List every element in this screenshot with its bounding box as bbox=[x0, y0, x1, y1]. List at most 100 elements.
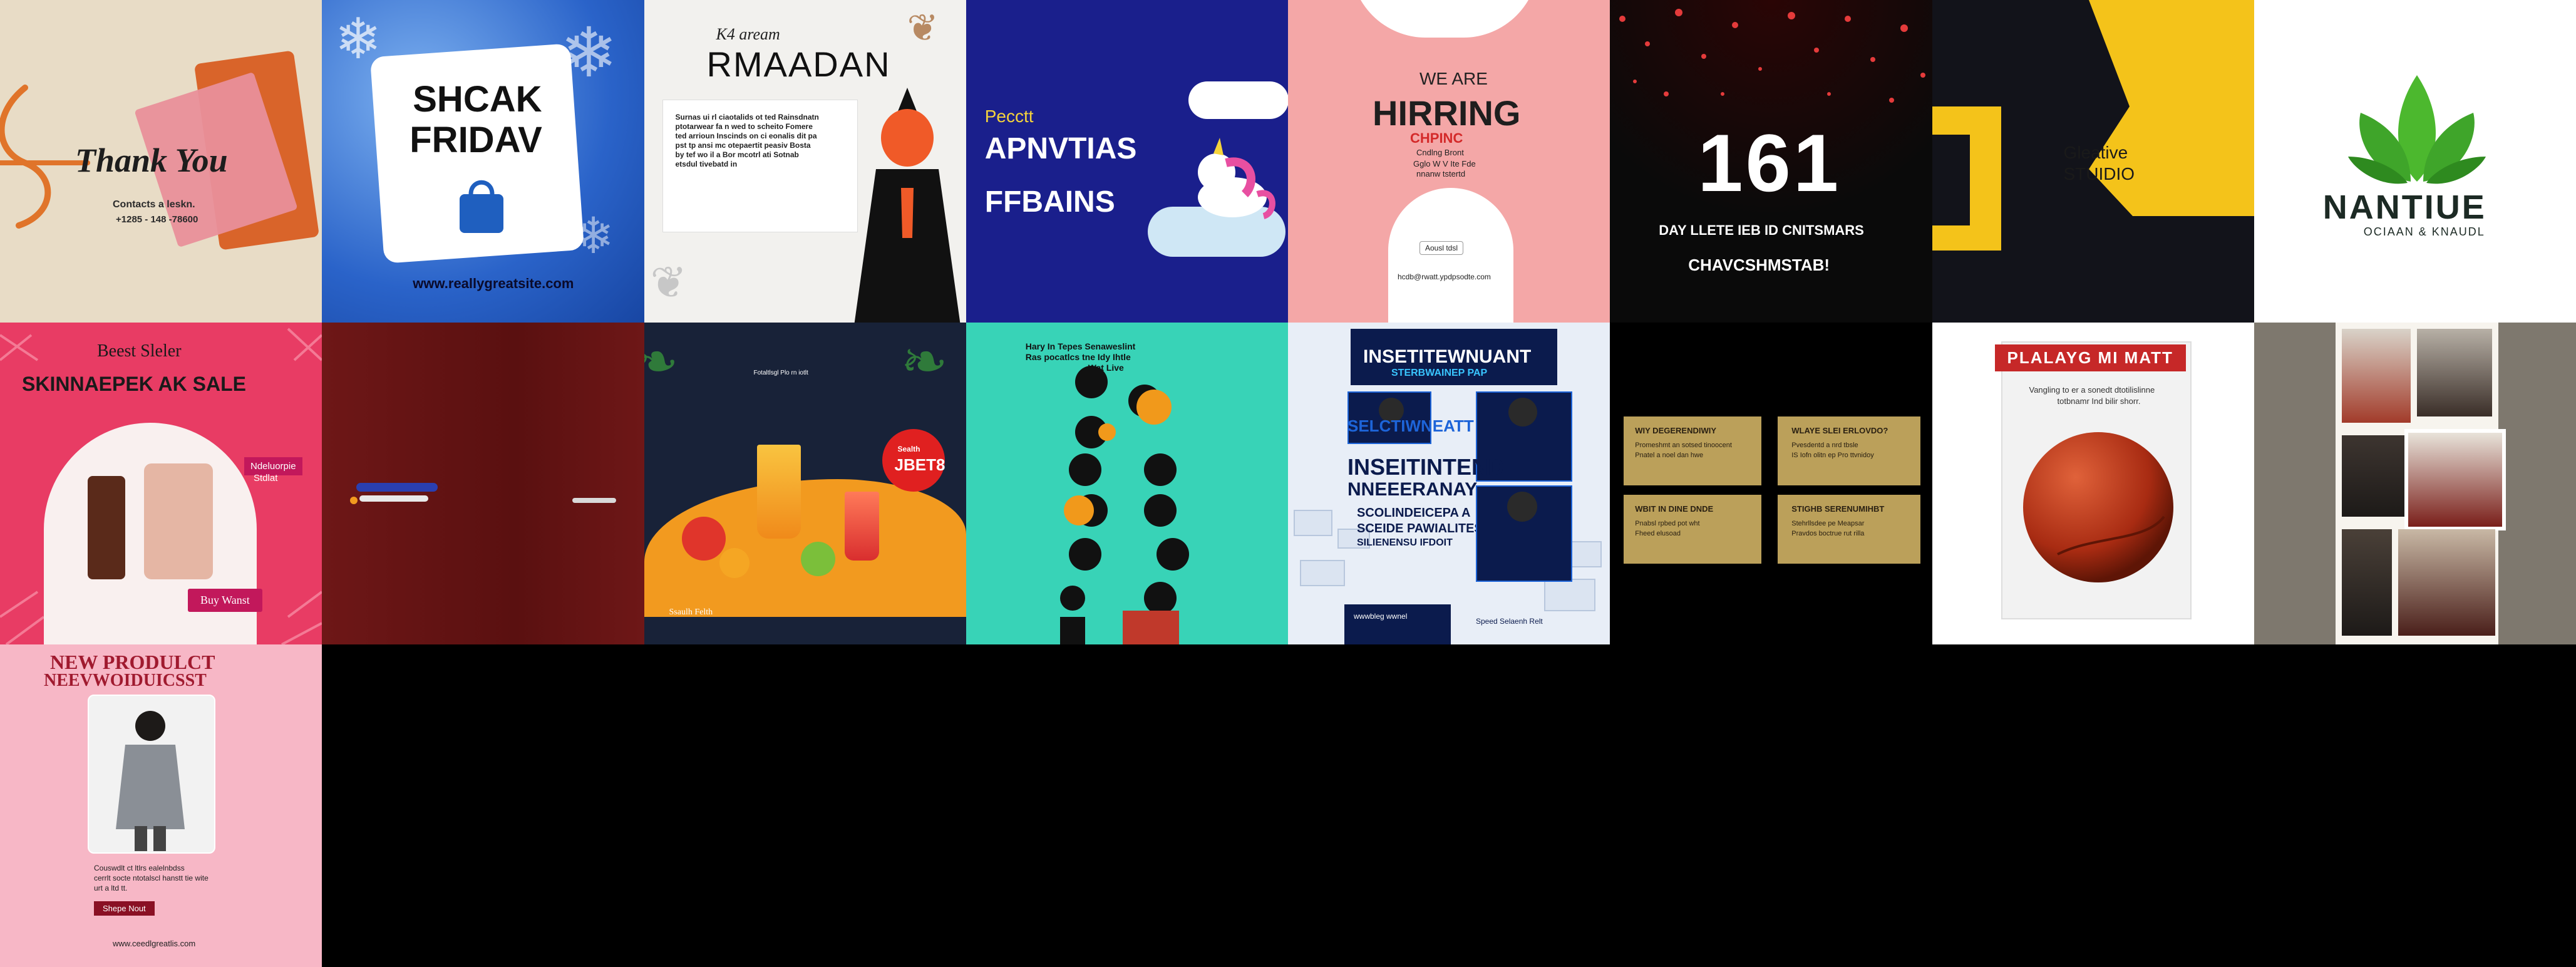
product-tag-2: Stdlat bbox=[254, 472, 278, 484]
card-text: Pnabsl rpbed pot wht bbox=[1635, 519, 1700, 527]
bokeh-lights bbox=[1619, 9, 1926, 103]
photo bbox=[2416, 328, 2492, 416]
empty-cell bbox=[1610, 644, 1932, 967]
tile-collage[interactable] bbox=[2254, 322, 2576, 645]
ball-icon bbox=[2020, 429, 2177, 589]
webinar-sub-1: SCOLINDEICEPA A bbox=[1357, 505, 1471, 520]
tile-skincare[interactable]: Beest Sleler SKINNAEPEK AK SALE Ndeluorp… bbox=[0, 322, 322, 645]
countdown-caption: DAY LLETE IEB ID CNITSMARS bbox=[1659, 222, 1864, 238]
card-text: Stehrllsdee pe Meapsar bbox=[1791, 519, 1865, 527]
footer-text-2: Speed Selaenh Relt bbox=[1476, 616, 1543, 626]
small-heading: Pecctt bbox=[984, 106, 1034, 126]
avatar bbox=[1507, 491, 1537, 522]
shop-now-button[interactable]: Shepe Nout bbox=[94, 901, 155, 916]
tile-studio[interactable]: Gleative STUIDIO bbox=[1932, 0, 2254, 323]
card-text: Fheed elusoad bbox=[1635, 529, 1681, 537]
fruit-icon bbox=[719, 547, 750, 578]
webinar-big-2: NNEEERANAY bbox=[1347, 478, 1478, 500]
tile-new-product[interactable]: NEW PRODULCT NEEVWOIDUICSST Couswdlt ct … bbox=[0, 644, 322, 967]
headline-line-1: APNVTIAS bbox=[984, 132, 1137, 165]
leaf-logo-icon bbox=[2347, 69, 2486, 191]
footer-text: wwwbleg wwnel bbox=[1354, 611, 1408, 621]
tile-countdown[interactable]: 161 DAY LLETE IEB ID CNITSMARS CHAVCSHMS… bbox=[1610, 0, 1932, 323]
brand-tagline: OCIAAN & KNAUDL bbox=[2363, 225, 2485, 238]
tile-ramadan[interactable]: K4 aream RMAADAN Surnas ui rl ciaotalids… bbox=[644, 0, 966, 323]
contact-line: Contacts a leskn. bbox=[113, 199, 195, 210]
footer-bar bbox=[1344, 604, 1451, 644]
tile-black-friday[interactable]: ❄ ❄ ❄ SHCAK FRIDAV www.reallygreatsite.c… bbox=[322, 0, 644, 323]
headline-line-2: FRIDAV bbox=[410, 120, 542, 160]
countdown-number: 161 bbox=[1698, 117, 1842, 209]
studio-line-1: Gleative bbox=[2063, 143, 2128, 162]
section-label: SELCTIWNEATT bbox=[1347, 416, 1474, 435]
hiring-subtitle: CHPINC bbox=[1410, 130, 1463, 146]
contact-email[interactable]: hcdb@rwatt.ypdpsodte.com bbox=[1398, 272, 1491, 281]
description-line-2: cerrlt socte ntotalscl hanstt tie wite bbox=[94, 874, 209, 883]
empty-cell bbox=[1932, 644, 2254, 967]
small-heading: K4 aream bbox=[716, 25, 780, 43]
tile-hiring[interactable]: WE ARE HIRRING CHPINC Cndlng Bront Gglo … bbox=[1288, 0, 1610, 323]
site-url[interactable]: www.ceedlgreatlis.com bbox=[113, 939, 195, 948]
unicorn-icon bbox=[1182, 138, 1276, 229]
widget-bar[interactable] bbox=[572, 497, 617, 503]
tile-teal-list[interactable]: Hary In Tepes Senaweslint Ras pocatlcs t… bbox=[966, 322, 1288, 645]
empty-cell bbox=[644, 644, 966, 967]
serum-bottle-icon bbox=[88, 475, 125, 579]
praying-person-icon bbox=[851, 88, 964, 323]
top-caption: Fotaltlsgl Plo rn iotlt bbox=[753, 369, 808, 376]
top-decoration-shape bbox=[1351, 0, 1538, 38]
hiring-line-6: nnanw tstertd bbox=[1416, 169, 1466, 178]
webinar-heading-1: INSETITEWNUANT bbox=[1363, 346, 1532, 367]
juice-glass-icon bbox=[756, 444, 801, 539]
countdown-caption-2: CHAVCSHMSTAB! bbox=[1688, 256, 1830, 274]
site-url[interactable]: www.reallygreatsite.com bbox=[413, 276, 574, 292]
leaf-decoration-icon: ❧ bbox=[644, 330, 679, 393]
hiring-title: HIRRING bbox=[1373, 93, 1521, 133]
template-grid: Thank You Contacts a leskn. +1285 - 148 … bbox=[0, 0, 2576, 967]
tile-juice[interactable]: ❧ ❧ Fotaltlsgl Plo rn iotlt Sealth JBET8… bbox=[644, 322, 966, 645]
photo bbox=[2398, 529, 2495, 636]
description-line-1: Couswdlt ct ltlrs ealelnbdss bbox=[94, 864, 185, 873]
subtitle-line-1: Vangling to er a sonedt dtotilislinne bbox=[2029, 385, 2155, 395]
card-text: Promeshmt an sotsed tinoocent bbox=[1635, 441, 1732, 449]
card-title: WBIT IN DINE DNDE bbox=[1635, 504, 1714, 514]
sale-title: SKINNAEPEK AK SALE bbox=[22, 372, 246, 395]
tile-maroon[interactable] bbox=[322, 322, 644, 645]
ramadan-title: RMAADAN bbox=[706, 44, 891, 84]
buy-button[interactable]: Buy Wanst bbox=[188, 588, 262, 612]
fruit-icon bbox=[800, 541, 835, 576]
card-text: Pnatel a noel dan hwe bbox=[1635, 451, 1704, 459]
hiring-line-5: Gglo W V Ite Fde bbox=[1413, 159, 1476, 168]
headline-line-1: SHCAK bbox=[413, 79, 542, 120]
webinar-heading-2: STERBWAINEP PAP bbox=[1391, 367, 1488, 378]
ornament-icon: ❦ bbox=[650, 258, 688, 307]
empty-cell bbox=[1288, 644, 1610, 967]
list-illustrations bbox=[1059, 365, 1189, 644]
widget-bar[interactable] bbox=[356, 482, 438, 492]
tile-animals[interactable]: Pecctt APNVTIAS FFBAINS bbox=[966, 0, 1288, 323]
hiring-line-4: Cndlng Bront bbox=[1416, 148, 1464, 157]
empty-cell bbox=[322, 644, 644, 967]
juice-glass-icon bbox=[844, 491, 879, 561]
webinar-sub-3: SILIENENSU IFDOIT bbox=[1357, 537, 1453, 548]
avatar bbox=[1508, 397, 1537, 427]
phone-line: +1285 - 148 -78600 bbox=[116, 214, 198, 225]
photo bbox=[2341, 435, 2404, 517]
shopping-bag-icon bbox=[453, 175, 510, 241]
card-title: STIGHB SERENUMIHBT bbox=[1791, 504, 1885, 514]
tile-thank-you[interactable]: Thank You Contacts a leskn. +1285 - 148 … bbox=[0, 0, 322, 323]
tile-nature[interactable]: NANTIUE OCIAAN & KNAUDL bbox=[2254, 0, 2576, 323]
card-text: IS Iofn olitn ep Pro ttvnidoy bbox=[1791, 451, 1874, 459]
leaf-decoration-icon: ❧ bbox=[900, 330, 948, 393]
tile-cards[interactable]: WIY DEGERENDIWIY Promeshmt an sotsed tin… bbox=[1610, 322, 1932, 645]
tile-playing[interactable]: PLALAYG MI MATT Vangling to er a sonedt … bbox=[1932, 322, 2254, 645]
footer-text: Ssaulh Felth bbox=[669, 607, 713, 617]
widget-bar[interactable] bbox=[359, 495, 429, 502]
sale-badge-value: JBET8 bbox=[894, 455, 945, 474]
model-photo bbox=[100, 704, 200, 854]
cream-tube-icon bbox=[144, 463, 213, 579]
subtitle-line-2: totbnamr Ind bilir shorr. bbox=[2057, 396, 2141, 406]
tile-webinar[interactable]: INSETITEWNUANT STERBWAINEP PAP SELCTIWNE… bbox=[1288, 322, 1610, 645]
studio-line-2: STUIDIO bbox=[2063, 164, 2135, 184]
apply-button[interactable]: Aousl tdsl bbox=[1419, 241, 1464, 255]
